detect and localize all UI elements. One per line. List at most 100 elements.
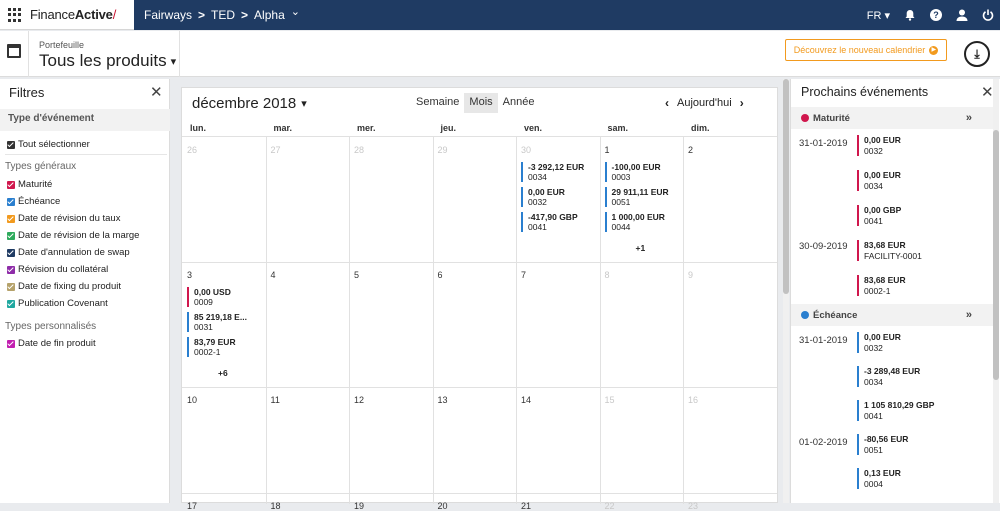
power-icon[interactable] — [982, 9, 994, 21]
filter-checkbox[interactable]: Date de fixing du produit — [7, 281, 121, 292]
select-all-checkbox[interactable]: Tout sélectionner — [7, 139, 90, 150]
expand-icon[interactable]: » — [966, 112, 972, 124]
upcoming-event[interactable]: 0,13 EUR 0004 — [857, 468, 901, 489]
more-events-link[interactable]: +6 — [218, 368, 228, 378]
day-number[interactable]: 15 — [605, 395, 615, 405]
day-number[interactable]: 26 — [187, 145, 197, 155]
day-number[interactable]: 27 — [271, 145, 281, 155]
calendar-event[interactable]: -100,00 EUR 0003 — [604, 162, 683, 182]
download-button[interactable]: ⤓ — [964, 41, 990, 67]
day-number[interactable]: 1 — [605, 145, 610, 155]
filter-label: Révision du collatéral — [18, 264, 109, 275]
day-number[interactable]: 10 — [187, 395, 197, 405]
more-events-link[interactable]: +1 — [636, 243, 646, 253]
day-number[interactable]: 30 — [521, 145, 531, 155]
new-calendar-button[interactable]: Découvrez le nouveau calendrier ▶ — [785, 39, 947, 61]
upcoming-event[interactable]: 83,68 EUR FACILITY-0001 — [857, 240, 922, 261]
event-amount: 0,00 EUR — [864, 135, 901, 145]
scrollbar-thumb[interactable] — [783, 79, 789, 294]
calendar: décembre 2018 ▾ Semaine Mois Année ‹ Aujo… — [181, 87, 778, 511]
upcoming-event[interactable]: 0,00 EUR 0034 — [857, 170, 901, 191]
portfolio-select[interactable]: Tous les produits ▾ — [39, 51, 176, 71]
event-amount: 1 000,00 EUR — [611, 212, 665, 222]
upcoming-event[interactable]: 1 105 810,29 GBP 0041 — [857, 400, 934, 421]
month-select[interactable]: décembre 2018 ▾ — [192, 95, 307, 112]
help-icon[interactable]: ? — [930, 9, 942, 21]
day-number[interactable]: 29 — [438, 145, 448, 155]
upcoming-event[interactable]: -80,56 EUR 0051 — [857, 434, 908, 455]
close-icon[interactable]: ✕ — [981, 83, 994, 101]
day-number[interactable]: 4 — [271, 270, 276, 280]
day-number[interactable]: 6 — [438, 270, 443, 280]
filters-title: Filtres — [9, 85, 45, 100]
tab-month[interactable]: Mois — [464, 93, 498, 113]
filter-checkbox[interactable]: Maturité — [7, 179, 52, 190]
download-icon: ⤓ — [974, 47, 980, 61]
upcoming-event[interactable]: 0,00 EUR 0032 — [857, 135, 901, 156]
upcoming-event[interactable]: 83,68 EUR 0002-1 — [857, 275, 906, 296]
tab-year[interactable]: Année — [498, 93, 540, 113]
event-ref: 0032 — [864, 342, 883, 353]
filter-checkbox[interactable]: Date de révision de la marge — [7, 230, 139, 241]
filter-checkbox[interactable]: Date de révision du taux — [7, 213, 120, 224]
calendar-event[interactable]: 0,00 EUR 0032 — [521, 187, 599, 207]
event-amount: 83,79 EUR — [194, 337, 236, 347]
calendar-event[interactable]: 0,00 USD 0009 — [187, 287, 265, 307]
calendar-event[interactable]: 85 219,18 E... 0031 — [187, 312, 265, 332]
calendar-event[interactable]: 1 000,00 EUR 0044 — [604, 212, 683, 232]
day-number[interactable]: 13 — [438, 395, 448, 405]
divider — [432, 136, 434, 504]
day-number[interactable]: 7 — [521, 270, 526, 280]
event-ref: 0041 — [528, 222, 547, 232]
event-ref: 0034 — [864, 180, 883, 191]
apps-grid-icon[interactable] — [8, 8, 22, 22]
chevron-left-icon[interactable]: ‹ — [665, 96, 669, 110]
event-date: 01-02-2019 — [799, 437, 848, 448]
expand-icon[interactable]: » — [966, 309, 972, 321]
close-icon[interactable]: ✕ — [150, 83, 163, 101]
user-icon[interactable] — [956, 9, 968, 21]
chevron-down-icon[interactable]: ⌄ — [291, 0, 300, 30]
top-right-tools: FR ▾ ? — [867, 0, 994, 30]
breadcrumb-item-ted[interactable]: TED — [211, 0, 235, 30]
logo: FinanceActive/ — [30, 7, 117, 22]
day-number[interactable]: 2 — [688, 145, 693, 155]
calendar-event[interactable]: -3 292,12 EUR 0034 — [521, 162, 599, 182]
scrollbar-thumb[interactable] — [993, 130, 999, 380]
day-number[interactable]: 8 — [605, 270, 610, 280]
event-ref: 0051 — [864, 444, 883, 455]
upcoming-event[interactable]: 0,00 EUR 0032 — [857, 332, 901, 353]
calendar-event[interactable]: -417,90 GBP 0041 — [521, 212, 599, 232]
filter-checkbox[interactable]: Échéance — [7, 196, 60, 207]
event-amount: -100,00 EUR — [611, 162, 661, 172]
upcoming-event[interactable]: 0,00 GBP 0041 — [857, 205, 901, 226]
day-number[interactable]: 14 — [521, 395, 531, 405]
day-number[interactable]: 3 — [187, 270, 192, 280]
day-number[interactable]: 11 — [271, 395, 280, 405]
chevron-right-icon[interactable]: › — [740, 96, 744, 110]
breadcrumb-item-alpha[interactable]: Alpha — [254, 0, 285, 30]
day-number[interactable]: 9 — [688, 270, 693, 280]
day-number[interactable]: 5 — [354, 270, 359, 280]
language-select[interactable]: FR ▾ — [867, 9, 890, 22]
filter-checkbox[interactable]: Date de fin produit — [7, 338, 96, 349]
today-button[interactable]: Aujourd'hui — [677, 97, 732, 109]
filter-checkbox[interactable]: Publication Covenant — [7, 298, 108, 309]
bell-icon[interactable] — [904, 9, 916, 21]
day-number[interactable]: 12 — [354, 395, 364, 405]
filter-checkbox[interactable]: Révision du collatéral — [7, 264, 108, 275]
event-amount: 29 911,11 EUR — [611, 187, 669, 197]
checkbox-icon — [7, 299, 15, 308]
calendar-event[interactable]: 83,79 EUR 0002-1 — [187, 337, 265, 357]
calendar-event[interactable]: 29 911,11 EUR 0051 — [604, 187, 683, 207]
checkbox-icon — [7, 140, 15, 149]
day-number[interactable]: 16 — [688, 395, 698, 405]
upcoming-event[interactable]: -3 289,48 EUR 0034 — [857, 366, 920, 387]
day-number[interactable]: 28 — [354, 145, 364, 155]
filter-checkbox[interactable]: Date d'annulation de swap — [7, 247, 130, 258]
section-echeance: Échéance» — [791, 304, 994, 326]
breadcrumb-item-fairways[interactable]: Fairways — [144, 0, 192, 30]
tab-week[interactable]: Semaine — [411, 93, 464, 113]
checkbox-icon — [7, 265, 15, 274]
caret-down-icon: ▾ — [170, 55, 177, 68]
